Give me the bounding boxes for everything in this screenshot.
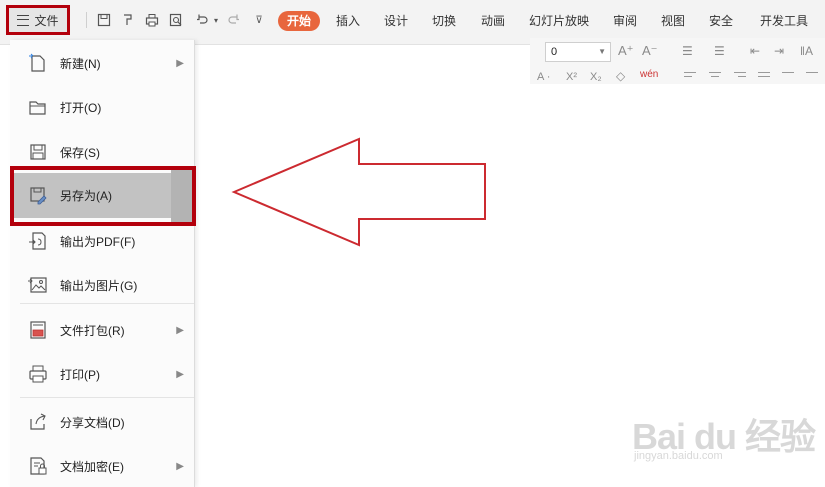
- save-icon: [28, 142, 48, 162]
- tab-home[interactable]: 开始: [278, 11, 320, 31]
- tab-animation[interactable]: 动画: [480, 11, 506, 31]
- align-center-line: [711, 76, 719, 77]
- toolbar-divider: [86, 12, 87, 28]
- tab-developer[interactable]: 开发工具: [758, 11, 810, 31]
- tab-security[interactable]: 安全: [708, 11, 734, 31]
- chevron-right-icon: ▶: [176, 368, 184, 380]
- file-dropdown-menu: 新建(N) ▶ 打开(O) 保存(S) 另存为(A) ▶ 输出为PDF(F) 输…: [10, 40, 195, 487]
- menu-item-label: 输出为图片(G): [60, 278, 138, 293]
- menu-item-label: 另存为(A): [60, 189, 112, 203]
- increase-font-icon[interactable]: A⁺: [618, 44, 634, 58]
- line-spacing-icon[interactable]: [806, 72, 818, 73]
- menu-item-open[interactable]: 打开(O): [10, 87, 194, 127]
- font-size-select[interactable]: 0 ▼: [545, 42, 611, 62]
- menu-item-label: 文档加密(E): [60, 459, 124, 474]
- chevron-right-icon: ▶: [176, 460, 184, 472]
- numbered-list-icon[interactable]: ☰: [714, 44, 725, 58]
- menu-item-encrypt[interactable]: 文档加密(E) ▶: [10, 446, 194, 486]
- format-painter-icon[interactable]: [120, 12, 136, 28]
- file-menu-button[interactable]: 文件: [6, 5, 70, 35]
- share-icon: [28, 412, 48, 432]
- chevron-right-icon: ▶: [176, 57, 184, 69]
- eraser-icon[interactable]: ◇: [616, 69, 625, 83]
- menu-item-export-pdf[interactable]: 输出为PDF(F): [10, 221, 194, 261]
- redo-icon[interactable]: [226, 12, 242, 28]
- file-menu-label: 文件: [34, 13, 59, 28]
- menu-item-label: 打印(P): [60, 367, 100, 382]
- justify-line: [758, 76, 770, 77]
- menu-divider: [20, 167, 194, 168]
- tab-insert[interactable]: 插入: [335, 11, 361, 31]
- customize-toolbar-icon[interactable]: ⊽: [251, 12, 267, 28]
- watermark: Bai du 经验 jingyan.baidu.com: [630, 400, 820, 470]
- clear-format-icon[interactable]: A ·: [537, 70, 550, 84]
- menu-item-label: 保存(S): [60, 145, 100, 160]
- print-icon: [28, 364, 48, 384]
- undo-dropdown-icon[interactable]: ▾: [208, 12, 224, 28]
- bullet-list-icon[interactable]: ☰: [682, 44, 693, 58]
- distribute-icon[interactable]: [782, 72, 794, 73]
- menu-icon: [17, 14, 30, 26]
- image-export-icon: [28, 275, 48, 295]
- align-right-line: [738, 76, 746, 77]
- package-icon: [28, 320, 48, 340]
- watermark-url: jingyan.baidu.com: [634, 450, 723, 462]
- tab-view[interactable]: 视图: [660, 11, 686, 31]
- align-left-line: [684, 76, 692, 77]
- menu-divider: [20, 303, 194, 304]
- menu-item-save[interactable]: 保存(S): [10, 132, 194, 172]
- menu-item-label: 新建(N): [60, 56, 101, 71]
- increase-indent-icon[interactable]: ⇥: [774, 44, 784, 58]
- superscript-icon[interactable]: X²: [566, 70, 577, 84]
- menu-item-label: 打开(O): [60, 100, 102, 115]
- align-center-icon[interactable]: [709, 72, 721, 73]
- phonetic-icon[interactable]: wén: [640, 68, 658, 82]
- tab-slideshow[interactable]: 幻灯片放映: [528, 11, 590, 31]
- chevron-down-icon: ▼: [598, 47, 606, 56]
- encrypt-icon: [28, 456, 48, 476]
- menu-item-save-as[interactable]: 另存为(A) ▶: [10, 173, 194, 218]
- decrease-font-icon[interactable]: A⁻: [642, 44, 658, 58]
- menu-item-share[interactable]: 分享文档(D): [10, 402, 194, 442]
- decrease-indent-icon[interactable]: ⇤: [750, 44, 760, 58]
- chevron-right-icon: ▶: [176, 324, 184, 336]
- new-document-icon: [28, 53, 48, 73]
- align-right-icon[interactable]: [734, 72, 746, 73]
- menu-item-label: 文件打包(R): [60, 323, 125, 338]
- menu-item-label: 输出为PDF(F): [60, 234, 136, 249]
- save-icon[interactable]: [96, 12, 112, 28]
- font-size-value: 0: [551, 46, 558, 58]
- annotation-arrow-icon: [231, 137, 486, 247]
- folder-open-icon: [28, 97, 48, 117]
- subscript-icon[interactable]: X₂: [590, 70, 602, 84]
- tab-design[interactable]: 设计: [383, 11, 409, 31]
- menu-item-print[interactable]: 打印(P) ▶: [10, 354, 194, 394]
- align-left-icon[interactable]: [684, 72, 696, 73]
- menu-item-export-image[interactable]: 输出为图片(G): [10, 265, 194, 305]
- print-preview-icon[interactable]: [168, 12, 184, 28]
- submenu-arrow-area[interactable]: [171, 170, 192, 222]
- text-direction-icon[interactable]: ‖A: [800, 44, 813, 58]
- justify-icon[interactable]: [758, 72, 770, 73]
- save-as-icon: [28, 185, 48, 205]
- menu-item-package[interactable]: 文件打包(R) ▶: [10, 310, 194, 350]
- tab-transition[interactable]: 切换: [431, 11, 457, 31]
- tab-review[interactable]: 审阅: [612, 11, 638, 31]
- print-icon[interactable]: [144, 12, 160, 28]
- menu-item-label: 分享文档(D): [60, 415, 125, 430]
- pdf-export-icon: [28, 231, 48, 251]
- menu-item-new[interactable]: 新建(N) ▶: [10, 43, 194, 83]
- menu-divider: [20, 397, 194, 398]
